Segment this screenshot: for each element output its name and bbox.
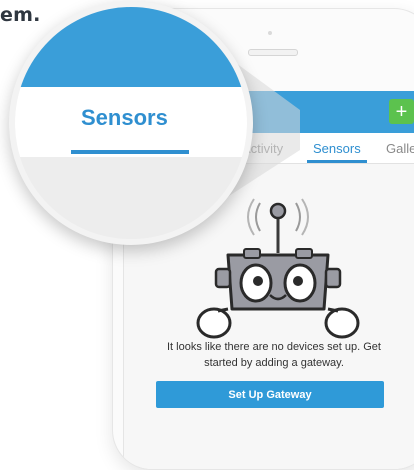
- add-button[interactable]: +: [389, 99, 414, 124]
- empty-state-message: It looks like there are no devices set u…: [154, 339, 394, 371]
- phone-sensor: [268, 31, 272, 35]
- empty-state-line-1: It looks like there are no devices set u…: [166, 341, 381, 353]
- active-tab-indicator: [307, 160, 367, 163]
- magnifier-content-area: [15, 157, 247, 239]
- set-up-gateway-button[interactable]: Set Up Gateway: [156, 381, 384, 408]
- tab-gallery[interactable]: Galle: [386, 141, 414, 156]
- phone-speaker: [248, 49, 298, 56]
- empty-state-line-2: started by adding a gateway.: [204, 357, 344, 369]
- magnifier-tab-indicator: [71, 150, 189, 154]
- magnifier-sensors-label: Sensors: [81, 105, 168, 130]
- magnifier-header-area: [15, 7, 247, 87]
- magnifier-lens: Sensors: [9, 1, 253, 245]
- tab-sensors[interactable]: Sensors: [313, 141, 361, 156]
